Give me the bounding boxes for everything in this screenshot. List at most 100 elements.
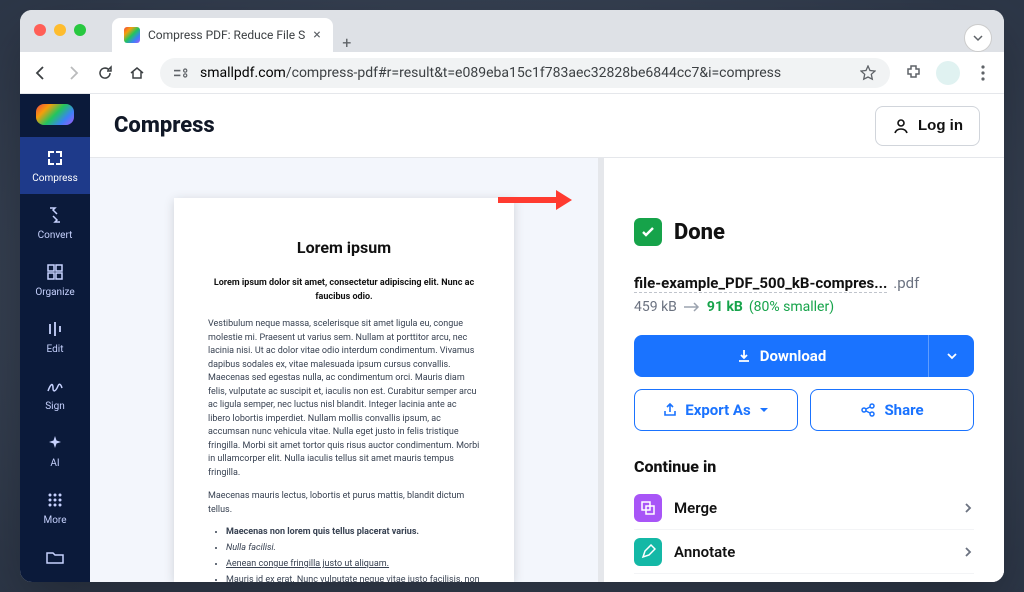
download-row: Download xyxy=(634,335,974,377)
list-item: Nulla facilisi. xyxy=(226,543,480,553)
share-button[interactable]: Share xyxy=(810,389,974,431)
sidebar-item-sign[interactable]: Sign xyxy=(20,365,90,422)
sidebar-item-organize[interactable]: Organize xyxy=(20,251,90,308)
kebab-menu-button[interactable] xyxy=(974,64,992,82)
chevron-right-icon xyxy=(962,546,974,558)
download-dropdown[interactable] xyxy=(928,335,974,377)
filename[interactable]: file-example_PDF_500_kB-compres... xyxy=(634,274,887,293)
address-bar[interactable]: smallpdf.com/compress-pdf#r=result&t=e08… xyxy=(160,58,890,88)
login-button[interactable]: Log in xyxy=(875,106,980,146)
page-title: Compress xyxy=(114,113,215,138)
compress-icon xyxy=(44,147,66,169)
sidebar-label: Convert xyxy=(38,230,73,241)
doc-paragraph: Maecenas mauris lectus, lobortis et puru… xyxy=(208,490,480,517)
doc-title: Lorem ipsum xyxy=(208,238,480,257)
sidebar-item-convert[interactable]: Convert xyxy=(20,194,90,251)
url-text: smallpdf.com/compress-pdf#r=result&t=e08… xyxy=(200,65,850,81)
app-sidebar: Compress Convert Organize Edit Sign AI xyxy=(20,94,90,582)
sparkle-icon xyxy=(44,432,66,454)
sidebar-label: AI xyxy=(50,458,59,469)
annotation-arrow xyxy=(498,190,572,210)
list-item: Mauris id ex erat. Nunc vulputate neque … xyxy=(226,575,480,582)
edit-icon xyxy=(44,318,66,340)
sidebar-item-edit[interactable]: Edit xyxy=(20,308,90,365)
share-label: Share xyxy=(884,401,923,419)
tool-merge[interactable]: Merge xyxy=(634,486,974,530)
tool-converter[interactable]: PDF Converter xyxy=(634,574,974,582)
profile-button[interactable] xyxy=(936,61,960,85)
arrow-right-icon xyxy=(683,302,701,312)
user-icon xyxy=(892,117,910,135)
preview-pane: Lorem ipsum Lorem ipsum dolor sit amet, … xyxy=(90,158,598,582)
forward-button[interactable] xyxy=(64,64,82,82)
caret-down-icon xyxy=(759,405,769,415)
split-view: Lorem ipsum Lorem ipsum dolor sit amet, … xyxy=(90,158,1004,582)
login-label: Log in xyxy=(918,117,963,134)
chevron-right-icon xyxy=(962,502,974,514)
download-button[interactable]: Download xyxy=(634,335,928,377)
new-tab-button[interactable]: + xyxy=(333,33,361,52)
organize-icon xyxy=(44,261,66,283)
chevron-down-icon xyxy=(972,32,984,44)
favicon-icon xyxy=(124,27,140,43)
folder-icon xyxy=(44,546,66,568)
sidebar-item-more[interactable]: More xyxy=(20,479,90,536)
home-button[interactable] xyxy=(128,64,146,82)
sidebar-label: Compress xyxy=(32,173,78,184)
browser-tab[interactable]: Compress PDF: Reduce File S × xyxy=(112,18,333,52)
list-item: Maecenas non lorem quis tellus placerat … xyxy=(226,527,480,537)
pdf-icon xyxy=(634,582,662,583)
checkmark-icon xyxy=(634,218,662,246)
tool-annotate[interactable]: Annotate xyxy=(634,530,974,574)
maximize-window-icon[interactable] xyxy=(74,24,86,36)
list-item: Aenean congue fringilla justo ut aliquam… xyxy=(226,559,480,569)
main-frame: Compress Log in Lorem ipsum Lorem ipsum … xyxy=(90,94,1004,582)
sidebar-item-ai[interactable]: AI xyxy=(20,422,90,479)
tab-overflow-button[interactable] xyxy=(964,24,992,52)
grid-icon xyxy=(44,489,66,511)
share-icon xyxy=(860,402,876,418)
reload-button[interactable] xyxy=(96,64,114,82)
download-label: Download xyxy=(760,347,827,365)
tab-title: Compress PDF: Reduce File S xyxy=(148,28,305,42)
size-old: 459 kB xyxy=(634,299,677,315)
close-tab-icon[interactable]: × xyxy=(313,27,320,43)
back-button[interactable] xyxy=(32,64,50,82)
document-preview: Lorem ipsum Lorem ipsum dolor sit amet, … xyxy=(174,198,514,582)
file-extension: .pdf xyxy=(893,274,919,292)
sign-icon xyxy=(44,375,66,397)
sidebar-item-compress[interactable]: Compress xyxy=(20,137,90,194)
size-new: 91 kB xyxy=(707,299,743,315)
result-pane: Done file-example_PDF_500_kB-compres... … xyxy=(604,158,1004,582)
secondary-actions: Export As Share xyxy=(634,389,974,431)
download-icon xyxy=(736,348,752,364)
doc-paragraph: Vestibulum neque massa, scelerisque sit … xyxy=(208,318,480,480)
sidebar-label: Edit xyxy=(47,344,64,355)
continue-label: Continue in xyxy=(634,457,974,476)
merge-icon xyxy=(634,494,662,522)
sidebar-label: More xyxy=(43,515,66,526)
export-button[interactable]: Export As xyxy=(634,389,798,431)
sidebar-label: Sign xyxy=(45,401,65,412)
sidebar-label: Organize xyxy=(35,287,74,298)
chevron-down-icon xyxy=(946,350,958,362)
tool-label: Merge xyxy=(674,499,717,517)
content-area: Compress Convert Organize Edit Sign AI xyxy=(20,94,1004,582)
minimize-window-icon[interactable] xyxy=(54,24,66,36)
sidebar-item-docs[interactable] xyxy=(20,536,90,578)
size-row: 459 kB 91 kB (80% smaller) xyxy=(634,299,974,315)
close-window-icon[interactable] xyxy=(34,24,46,36)
convert-icon xyxy=(44,204,66,226)
annotate-icon xyxy=(634,538,662,566)
doc-intro: Lorem ipsum dolor sit amet, consectetur … xyxy=(208,277,480,304)
bookmark-star-icon[interactable] xyxy=(860,65,876,81)
site-settings-icon xyxy=(174,67,190,79)
doc-bullets: Maecenas non lorem quis tellus placerat … xyxy=(226,527,480,582)
window-controls xyxy=(34,24,86,36)
extensions-button[interactable] xyxy=(904,64,922,82)
status-row: Done xyxy=(634,218,974,246)
status-text: Done xyxy=(674,220,725,245)
browser-window: Compress PDF: Reduce File S × + smallpdf… xyxy=(20,10,1004,582)
smallpdf-logo[interactable] xyxy=(36,104,74,125)
export-icon xyxy=(663,403,677,417)
